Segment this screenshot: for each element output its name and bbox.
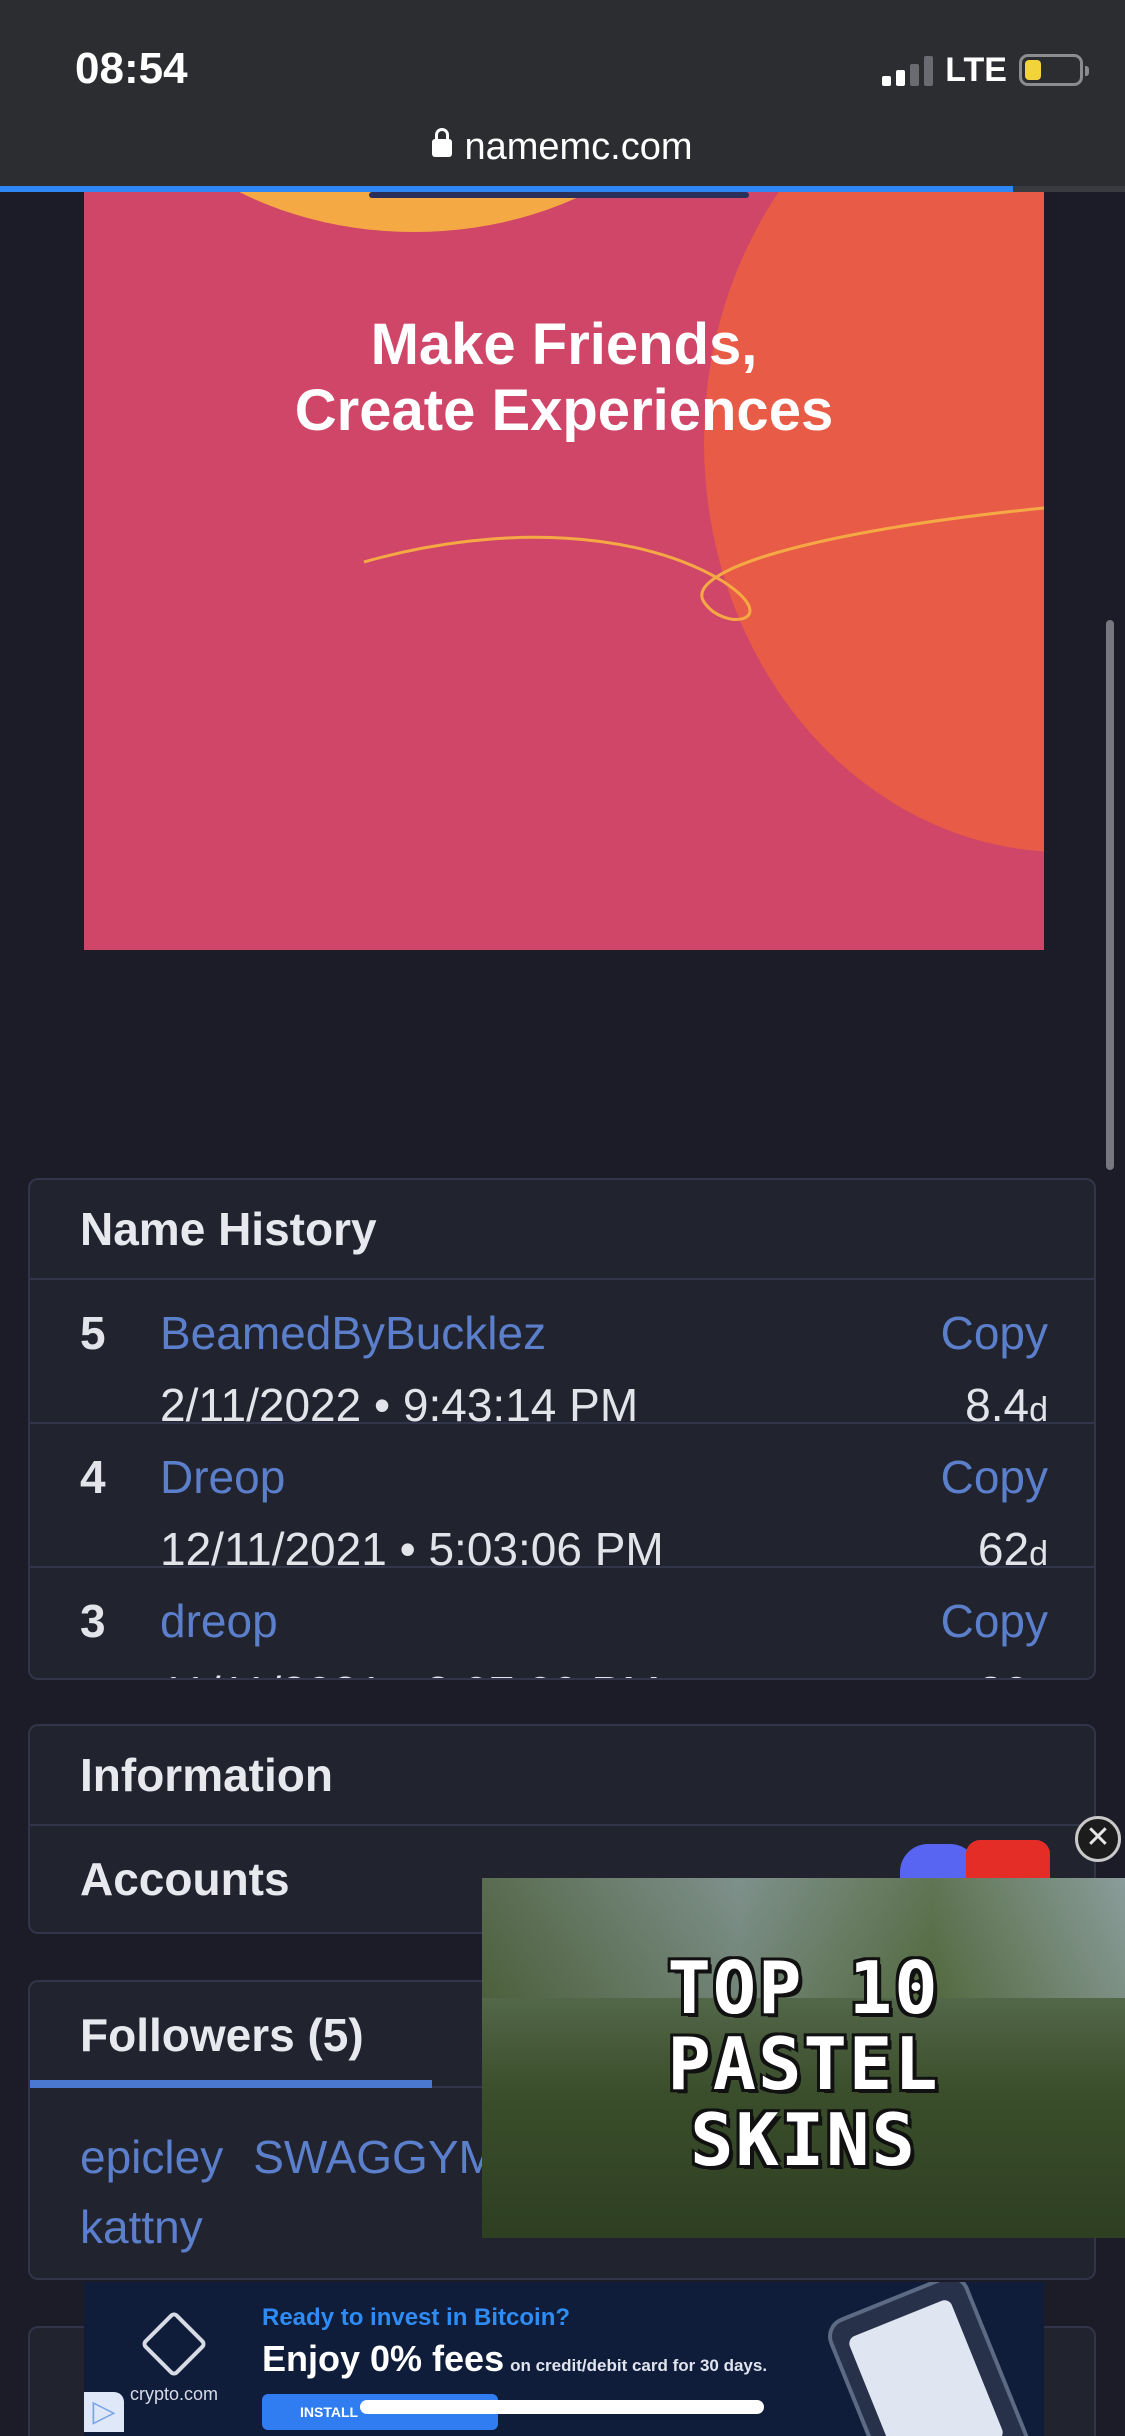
- address-bar[interactable]: namemc.com: [0, 126, 1125, 169]
- follower-link[interactable]: kattny: [80, 2201, 203, 2253]
- phone-illustration: [822, 2282, 1036, 2436]
- name-history-number: 4: [80, 1451, 106, 1503]
- crypto-headline: Enjoy 0% fees on credit/debit card for 30…: [262, 2338, 768, 2379]
- name-history-title: Name History: [30, 1180, 1094, 1280]
- name-history-name-link[interactable]: BeamedByBucklez: [160, 1306, 546, 1360]
- crypto-question: Ready to invest in Bitcoin?: [262, 2304, 571, 2331]
- battery-level: [1025, 60, 1041, 80]
- active-tab-indicator: [30, 2080, 432, 2088]
- status-indicators: LTE: [882, 48, 1089, 92]
- video-advertisement[interactable]: TOP 10 PASTEL SKINS: [482, 1878, 1125, 2238]
- video-ad-title-line3: SKINS: [690, 2098, 917, 2182]
- video-ad-title-line1: TOP 10: [667, 1946, 940, 2030]
- status-time: 08:54: [75, 44, 188, 93]
- address-domain: namemc.com: [464, 126, 693, 168]
- name-history-row: 4 Dreop Copy 12/11/2021 • 5:03:06 PM 62d: [30, 1424, 1094, 1575]
- name-history-row: 3 dreop Copy 11/11/2021 • 2:07:09 PM 30d: [30, 1568, 1094, 1678]
- name-history-card: Name History 5 BeamedByBucklez Copy 2/11…: [28, 1178, 1096, 1680]
- page-scrollbar[interactable]: [1106, 620, 1114, 1170]
- video-ad-title: TOP 10 PASTEL SKINS: [482, 1950, 1125, 2178]
- network-type: LTE: [945, 50, 1007, 89]
- close-icon[interactable]: ✕: [1075, 1816, 1121, 1862]
- name-history-row: 5 BeamedByBucklez Copy 2/11/2022 • 9:43:…: [30, 1280, 1094, 1431]
- crypto-logo-icon: [140, 2310, 208, 2378]
- banner-swirl-decoration: [363, 506, 1044, 621]
- lock-icon: [432, 128, 453, 157]
- name-history-number: 5: [80, 1307, 106, 1359]
- follower-link[interactable]: SWAGGYM: [253, 2131, 497, 2183]
- follower-link[interactable]: epicley: [80, 2131, 223, 2183]
- adchoices-icon[interactable]: ▷: [84, 2392, 124, 2432]
- browser-chrome: 08:54 LTE namemc.com: [0, 0, 1125, 192]
- signal-icon: [882, 54, 934, 86]
- video-ad-title-line2: PASTEL: [667, 2022, 940, 2106]
- copy-button[interactable]: Copy: [941, 1450, 1048, 1504]
- copy-button[interactable]: Copy: [941, 1306, 1048, 1360]
- name-history-name-link[interactable]: Dreop: [160, 1450, 285, 1504]
- name-history-number: 3: [80, 1595, 106, 1647]
- home-indicator[interactable]: [360, 2400, 764, 2414]
- battery-icon: [1019, 54, 1089, 86]
- tab-followers[interactable]: Followers (5): [80, 1982, 364, 2088]
- information-title: Information: [30, 1726, 1094, 1826]
- crypto-brand: crypto.com: [129, 2384, 219, 2404]
- name-history-date: 11/11/2021 • 2:07:09 PM: [160, 1666, 660, 1678]
- banner-advertisement[interactable]: Make Friends, Create Experiences: [84, 192, 1044, 950]
- name-history-name-link[interactable]: dreop: [160, 1594, 278, 1648]
- name-history-age: 30d: [978, 1666, 1048, 1678]
- copy-button[interactable]: Copy: [941, 1594, 1048, 1648]
